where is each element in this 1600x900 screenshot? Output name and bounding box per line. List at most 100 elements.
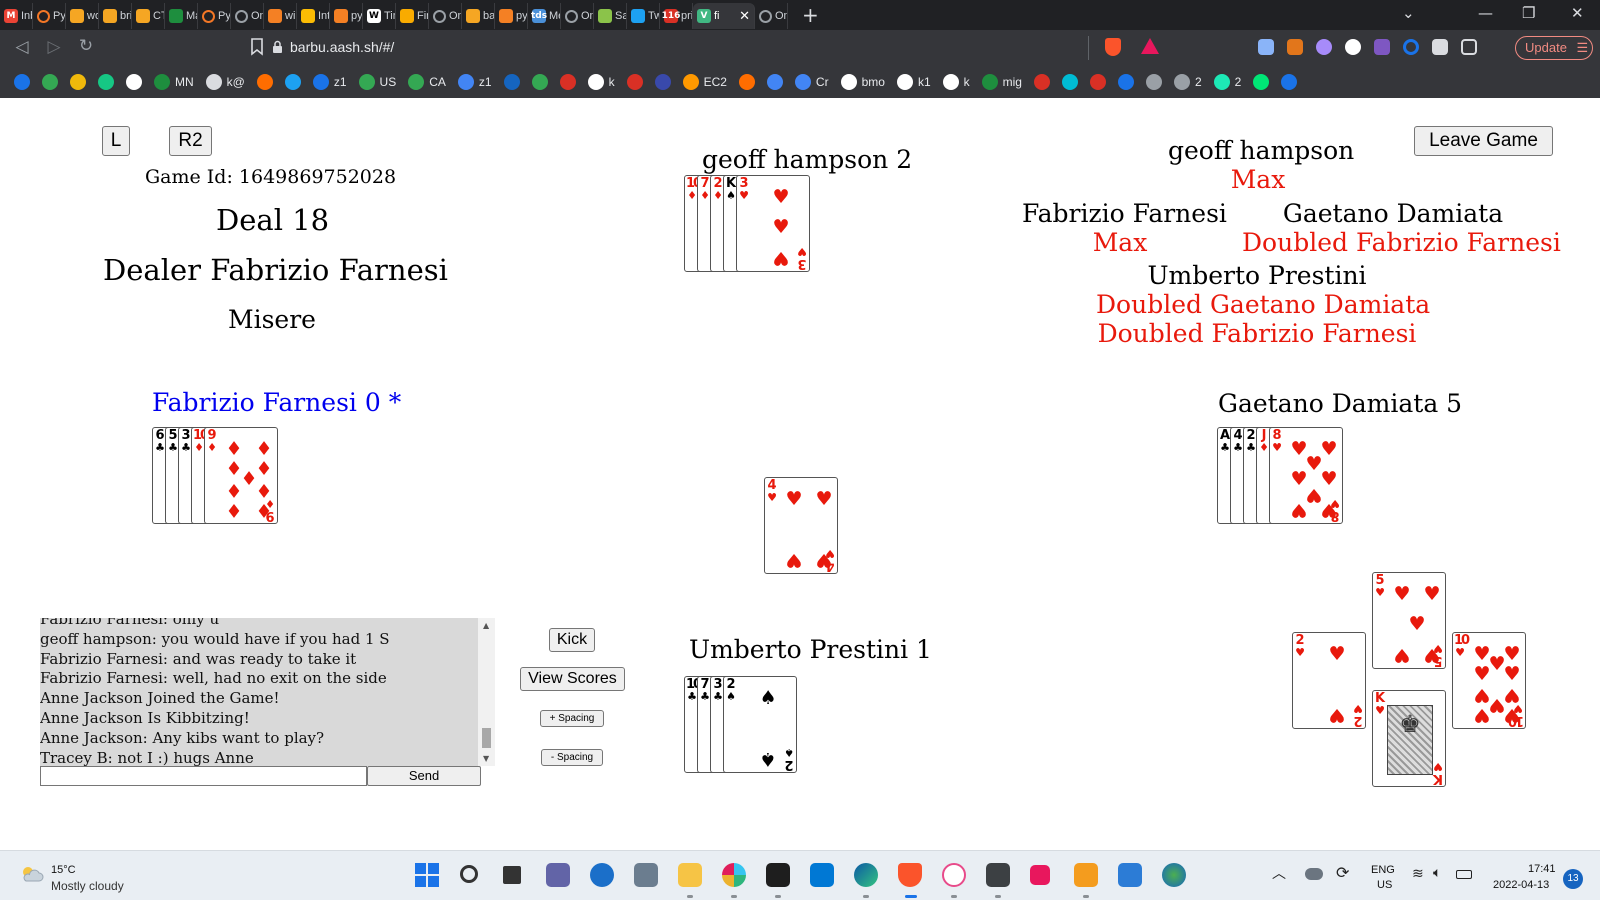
reload-icon[interactable]: ↻: [70, 36, 102, 56]
chat-input[interactable]: [40, 766, 367, 786]
terminal-icon[interactable]: [766, 863, 790, 887]
vscode-icon[interactable]: [810, 863, 834, 887]
bookmark-item[interactable]: k@: [205, 74, 245, 90]
browser-tab[interactable]: CTI_C: [132, 3, 165, 29]
bookmark-icon[interactable]: [250, 38, 264, 56]
browser-tab[interactable]: WTime: [363, 3, 396, 29]
bookmark-item[interactable]: k1: [896, 74, 931, 90]
bookmark-item[interactable]: [503, 74, 520, 90]
cloud-icon[interactable]: [20, 865, 44, 883]
bookmark-item[interactable]: bmo: [840, 74, 885, 90]
scroll-down-icon[interactable]: ▼: [483, 754, 489, 763]
close-tab-icon[interactable]: ✕: [739, 8, 750, 24]
chat-log[interactable]: Fabrizio Farnesi: only u geoff hampson: y…: [40, 618, 495, 766]
wifi-icon[interactable]: ≋: [1412, 866, 1424, 882]
start-icon[interactable]: [415, 863, 439, 887]
calculator-icon[interactable]: [634, 863, 658, 887]
browser-tab[interactable]: Sam: [594, 3, 627, 29]
bookmark-item[interactable]: 2: [1173, 74, 1202, 90]
bookmark-item[interactable]: [42, 74, 58, 90]
sync-icon[interactable]: ⟳: [1336, 863, 1349, 882]
trick-card-bottom[interactable]: K ♥ K ♥ ♚: [1372, 690, 1446, 787]
brave-icon[interactable]: [898, 863, 922, 887]
chat-scrollbar[interactable]: ▲ ▼: [478, 618, 495, 766]
bookmark-item[interactable]: [1253, 74, 1270, 90]
leave-game-button[interactable]: Leave Game: [1414, 126, 1553, 156]
close-window-icon[interactable]: ✕: [1571, 4, 1584, 22]
task-view-icon[interactable]: [503, 866, 521, 884]
bookmark-item[interactable]: [626, 74, 643, 90]
volume-icon[interactable]: 🔈︎: [1433, 865, 1441, 881]
played-card-center[interactable]: 4 ♥ 4 ♥ ♥ ♥ ♥ ♥: [764, 477, 838, 574]
bookmark-item[interactable]: k: [942, 74, 970, 90]
bookmark-item[interactable]: MN: [154, 74, 194, 90]
restore-icon[interactable]: ❐: [1522, 4, 1535, 22]
browser-tab[interactable]: brillia: [99, 3, 132, 29]
chevron-down-icon[interactable]: ⌄: [1402, 4, 1415, 22]
address-bar-url[interactable]: barbu.aash.sh/#/: [290, 39, 394, 55]
bookmark-item[interactable]: [1117, 74, 1134, 90]
bookmark-item[interactable]: [1089, 74, 1106, 90]
metamask-extension-icon[interactable]: [1287, 39, 1303, 55]
l-button[interactable]: L: [102, 126, 130, 156]
bookmark-item[interactable]: k: [587, 74, 615, 90]
ie-icon[interactable]: [590, 863, 614, 887]
file-explorer-icon[interactable]: [678, 863, 702, 887]
bookmark-item[interactable]: [1281, 74, 1298, 90]
bookmark-item[interactable]: [654, 74, 671, 90]
trick-card-top[interactable]: 5 ♥ 5 ♥ ♥ ♥ ♥ ♥ ♥: [1372, 572, 1446, 669]
browser-tab[interactable]: pyth: [330, 3, 363, 29]
browser-tab[interactable]: Onlir: [755, 3, 788, 29]
browser-tab[interactable]: tdsMea: [528, 3, 561, 29]
browser-tab[interactable]: word: [66, 3, 99, 29]
battery-icon[interactable]: [1456, 870, 1472, 879]
browser-tab[interactable]: MInbo: [0, 3, 33, 29]
trick-card-left[interactable]: 2 ♥ 2 ♥ ♥ ♥: [1292, 632, 1366, 729]
puzzle-extensions-icon[interactable]: [1432, 39, 1448, 55]
browser-tab[interactable]: Mark: [165, 3, 198, 29]
clock-date[interactable]: 2022-04-13: [1493, 879, 1549, 891]
bookmark-item[interactable]: CA: [408, 74, 446, 90]
update-button[interactable]: Update ☰: [1515, 36, 1593, 60]
browser-tab[interactable]: 116price: [660, 3, 693, 29]
slack-icon[interactable]: [722, 863, 746, 887]
back-icon[interactable]: ◁: [6, 37, 38, 57]
clock-time[interactable]: 17:41: [1528, 863, 1556, 875]
forward-icon[interactable]: ▷: [38, 37, 70, 57]
bookmark-item[interactable]: [98, 74, 114, 90]
bookmark-item[interactable]: [738, 74, 755, 90]
sublime-text-icon[interactable]: [1074, 863, 1098, 887]
edge-icon[interactable]: [854, 863, 878, 887]
minimize-icon[interactable]: —: [1478, 4, 1493, 22]
bookmark-item[interactable]: [559, 74, 576, 90]
brave-rewards-icon[interactable]: [1141, 38, 1159, 54]
browser-tab[interactable]: Pyth: [198, 3, 231, 29]
bookmark-item[interactable]: 2: [1213, 74, 1241, 90]
hand-left-card[interactable]: 9 ♦ 9 ♦ ♦ ♦ ♦ ♦ ♦ ♦ ♦ ♦ ♦: [204, 427, 278, 524]
plus-spacing-button[interactable]: + Spacing: [540, 710, 604, 727]
browser-tab[interactable]: Twitt: [627, 3, 660, 29]
search-icon[interactable]: [460, 865, 478, 883]
discord-extension-icon[interactable]: [1316, 39, 1332, 55]
view-scores-button[interactable]: View Scores: [520, 667, 625, 691]
browser-tab[interactable]: Onlir: [231, 3, 264, 29]
bookmark-item[interactable]: Cr: [794, 74, 829, 90]
browser-tab[interactable]: Onlir: [429, 3, 462, 29]
scroll-up-icon[interactable]: ▲: [483, 621, 489, 630]
grammar-extension-icon[interactable]: [1345, 39, 1361, 55]
bookmark-item[interactable]: [14, 74, 30, 90]
bookmark-item[interactable]: [766, 74, 783, 90]
o-extension-icon[interactable]: [1403, 39, 1419, 55]
browser-tab[interactable]: Intro: [297, 3, 330, 29]
bookmark-item[interactable]: [1145, 74, 1162, 90]
browser-tab[interactable]: pyth: [495, 3, 528, 29]
globe-app-icon[interactable]: [1162, 863, 1186, 887]
browser-tab[interactable]: Vfi ✕: [693, 3, 755, 29]
notification-badge[interactable]: 13: [1563, 869, 1583, 889]
bookmark-item[interactable]: [284, 74, 301, 90]
browser-tab[interactable]: Find: [396, 3, 429, 29]
bookmark-item[interactable]: [256, 74, 273, 90]
minus-spacing-button[interactable]: - Spacing: [541, 749, 603, 766]
remote-desktop-icon[interactable]: [986, 863, 1010, 887]
new-tab-icon[interactable]: +: [802, 3, 819, 27]
